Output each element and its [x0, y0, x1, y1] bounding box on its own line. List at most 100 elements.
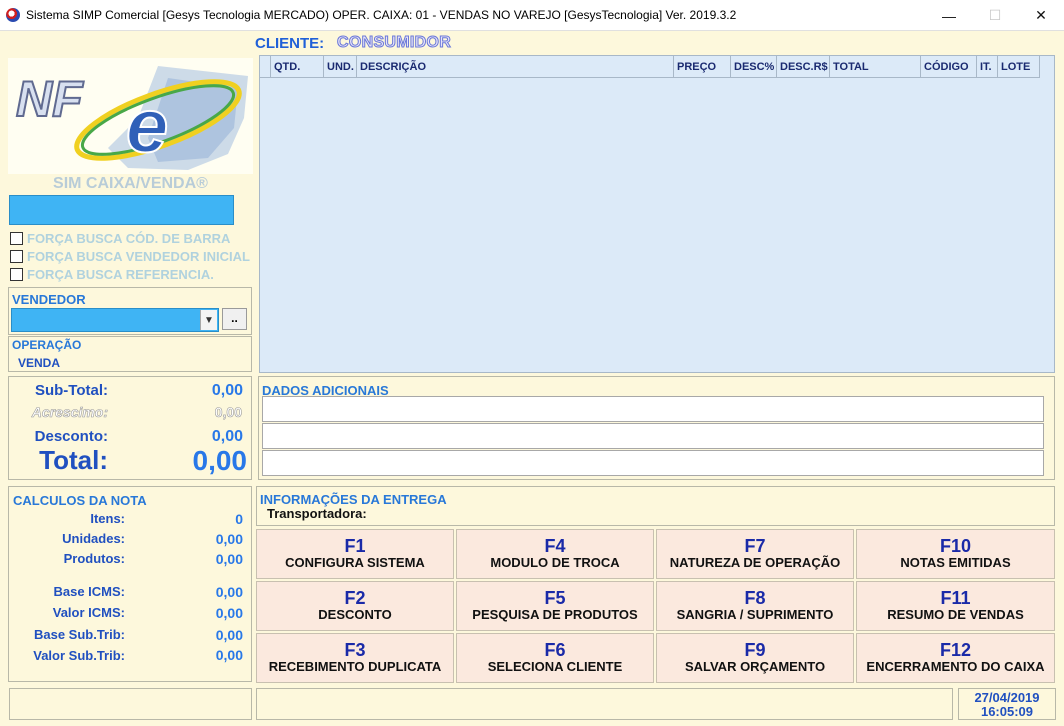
f9-key: F9 — [744, 640, 766, 660]
brand-title: SIM CAIXA/VENDA® — [53, 175, 208, 192]
f1-label: CONFIGURA SISTEMA — [285, 555, 425, 570]
calc-base-subtrib-label: Base Sub.Trib: — [33, 627, 125, 642]
f1-key: F1 — [344, 536, 366, 556]
checkbox-label: FORÇA BUSCA REFERENCIA. — [27, 266, 214, 282]
col-qtd[interactable]: QTD. — [271, 56, 324, 78]
f7-button[interactable]: F7 NATUREZA DE OPERAÇÃO — [656, 529, 854, 579]
checkbox-busca-barra[interactable]: FORÇA BUSCA CÓD. DE BARRA — [10, 230, 230, 246]
items-grid[interactable]: QTD. UND. DESCRIÇÃO PREÇO DESC% DESC.R$ … — [259, 55, 1055, 373]
col-total[interactable]: TOTAL — [830, 56, 921, 78]
col-lote[interactable]: LOTE — [998, 56, 1040, 78]
col-it[interactable]: IT. — [977, 56, 998, 78]
maximize-button[interactable]: ☐ — [972, 0, 1018, 31]
f9-button[interactable]: F9 SALVAR ORÇAMENTO — [656, 633, 854, 683]
acrescimo-label: Acrescimo: — [31, 404, 108, 421]
calc-valor-subtrib-value: 0,00 — [215, 647, 243, 663]
checkbox-busca-referencia[interactable]: FORÇA BUSCA REFERENCIA. — [10, 266, 214, 282]
f11-key: F11 — [940, 588, 971, 608]
f5-key: F5 — [544, 588, 566, 608]
vendedor-label: VENDEDOR — [12, 292, 86, 307]
status-middle — [256, 688, 953, 720]
f10-label: NOTAS EMITIDAS — [900, 555, 1011, 570]
col-codigo[interactable]: CÓDIGO — [921, 56, 977, 78]
title-bar: Sistema SIMP Comercial [Gesys Tecnologia… — [0, 0, 1064, 31]
grid-header: QTD. UND. DESCRIÇÃO PREÇO DESC% DESC.R$ … — [260, 56, 1040, 78]
col-descricao[interactable]: DESCRIÇÃO — [357, 56, 674, 78]
chevron-down-icon[interactable]: ▼ — [200, 310, 217, 330]
f2-key: F2 — [344, 588, 366, 608]
calc-base-icms-label: Base ICMS: — [53, 584, 125, 599]
checkbox-box[interactable] — [10, 231, 23, 245]
nfe-logo-letter: e — [126, 84, 168, 169]
status-date: 27/04/2019 — [974, 690, 1040, 705]
operacao-label: OPERAÇÃO — [12, 338, 82, 352]
f1-button[interactable]: F1 CONFIGURA SISTEMA — [256, 529, 454, 579]
col-desc-pct[interactable]: DESC% — [731, 56, 777, 78]
f8-button[interactable]: F8 SANGRIA / SUPRIMENTO — [656, 581, 854, 631]
cliente-value[interactable]: CONSUMIDOR — [336, 34, 451, 52]
calc-itens-value: 0 — [235, 511, 243, 527]
f3-button[interactable]: F3 RECEBIMENTO DUPLICATA — [256, 633, 454, 683]
f4-button[interactable]: F4 MODULO DE TROCA — [456, 529, 654, 579]
close-button[interactable]: ✕ — [1018, 0, 1064, 31]
f8-label: SANGRIA / SUPRIMENTO — [676, 607, 834, 622]
minimize-icon: — — [942, 7, 956, 24]
calc-unidades-label: Unidades: — [62, 531, 125, 546]
calc-itens-label: Itens: — [90, 511, 125, 526]
calc-unidades-value: 0,00 — [215, 531, 243, 547]
f2-label: DESCONTO — [318, 607, 392, 622]
operacao-value: VENDA — [18, 356, 61, 370]
checkbox-box[interactable] — [10, 249, 23, 263]
checkbox-label: FORÇA BUSCA VENDEDOR INICIAL — [27, 248, 250, 264]
subtotal-value: 0,00 — [211, 382, 243, 399]
f12-button[interactable]: F12 ENCERRAMENTO DO CAIXA — [856, 633, 1055, 683]
minimize-button[interactable]: — — [926, 0, 972, 31]
transportadora-label: Transportadora: — [267, 506, 367, 521]
f8-key: F8 — [744, 588, 766, 608]
checkbox-label: FORÇA BUSCA CÓD. DE BARRA — [27, 230, 231, 246]
calculos-label: CALCULOS DA NOTA — [13, 493, 147, 508]
checkbox-busca-vendedor[interactable]: FORÇA BUSCA VENDEDOR INICIAL — [10, 248, 250, 264]
barcode-input[interactable] — [9, 195, 234, 225]
f11-button[interactable]: F11 RESUMO DE VENDAS — [856, 581, 1055, 631]
dados-adicionais-line-3[interactable] — [262, 450, 1044, 476]
app-icon[interactable] — [6, 8, 20, 22]
entrega-label: INFORMAÇÕES DA ENTREGA — [260, 492, 447, 507]
f7-label: NATUREZA DE OPERAÇÃO — [669, 555, 841, 570]
calc-valor-icms-value: 0,00 — [215, 605, 243, 621]
f11-label: RESUMO DE VENDAS — [887, 607, 1024, 622]
window-title: Sistema SIMP Comercial [Gesys Tecnologia… — [26, 8, 737, 22]
cliente-label: CLIENTE: — [255, 35, 325, 52]
col-preco[interactable]: PREÇO — [674, 56, 731, 78]
f6-label: SELECIONA CLIENTE — [487, 659, 623, 674]
f7-key: F7 — [744, 536, 766, 556]
dados-adicionais-line-1[interactable] — [262, 396, 1044, 422]
calc-produtos-value: 0,00 — [215, 551, 243, 567]
close-icon: ✕ — [1035, 7, 1047, 23]
col-und[interactable]: UND. — [324, 56, 357, 78]
subtotal-label: Sub-Total: — [34, 382, 108, 399]
f4-label: MODULO DE TROCA — [490, 555, 620, 570]
status-left — [9, 688, 252, 720]
status-datetime: 27/04/2019 16:05:09 — [958, 688, 1056, 720]
f4-key: F4 — [544, 536, 566, 556]
grid-indicator-col — [260, 56, 271, 78]
nfe-logo: NF e — [8, 58, 253, 174]
checkbox-box[interactable] — [10, 267, 23, 281]
dados-adicionais-line-2[interactable] — [262, 423, 1044, 449]
f6-button[interactable]: F6 SELECIONA CLIENTE — [456, 633, 654, 683]
total-label: Total: — [39, 445, 108, 475]
col-desc-rs[interactable]: DESC.R$ — [777, 56, 830, 78]
acrescimo-value: 0,00 — [214, 404, 242, 421]
vendedor-select[interactable]: ▼ — [11, 308, 219, 332]
f2-button[interactable]: F2 DESCONTO — [256, 581, 454, 631]
desconto-value: 0,00 — [211, 428, 243, 445]
f3-key: F3 — [344, 640, 366, 660]
vendedor-search-button[interactable]: .. — [222, 308, 247, 330]
f10-button[interactable]: F10 NOTAS EMITIDAS — [856, 529, 1055, 579]
f5-button[interactable]: F5 PESQUISA DE PRODUTOS — [456, 581, 654, 631]
nfe-logo-text: NF — [16, 71, 84, 127]
f5-label: PESQUISA DE PRODUTOS — [472, 607, 638, 622]
f12-key: F12 — [939, 640, 972, 660]
calc-valor-subtrib-label: Valor Sub.Trib: — [33, 648, 125, 663]
